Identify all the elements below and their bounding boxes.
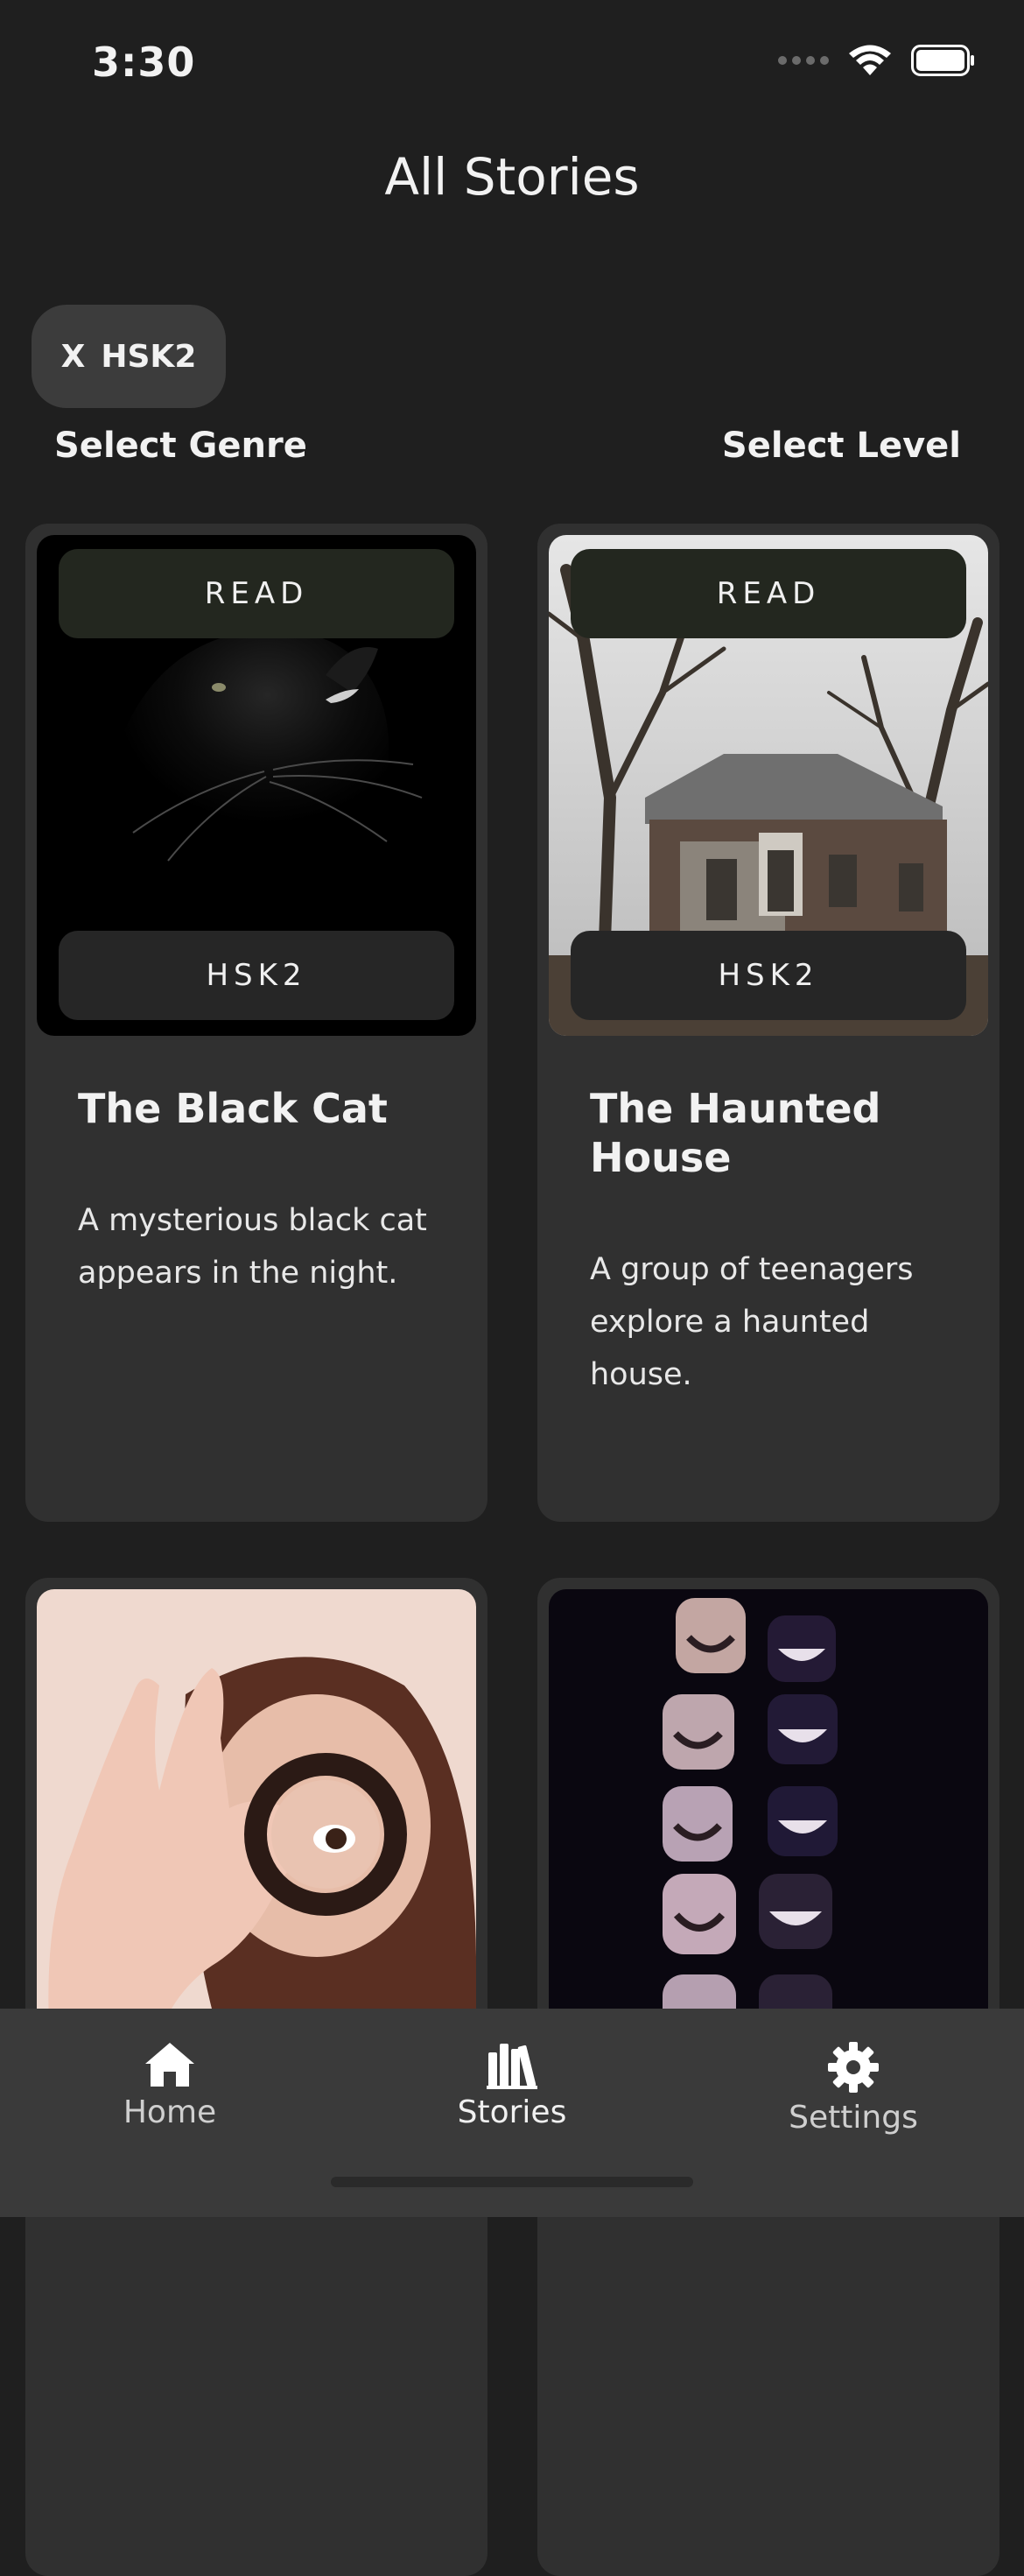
story-title: The Haunted House	[590, 1085, 881, 1181]
story-description: A mysterious black cat appears in the ni…	[78, 1203, 427, 1291]
story-level-badge: HSK2	[571, 931, 966, 1020]
tab-label: Home	[123, 2094, 217, 2130]
select-level-button[interactable]: Select Level	[722, 426, 961, 466]
books-icon	[487, 2044, 537, 2089]
tab-settings[interactable]: Settings	[748, 2040, 958, 2136]
home-indicator	[331, 2177, 693, 2187]
select-genre-button[interactable]: Select Genre	[54, 426, 307, 466]
story-level-badge: HSK2	[59, 931, 454, 1020]
house-icon	[145, 2043, 194, 2087]
filter-chip-label: HSK2	[101, 338, 197, 375]
tab-stories[interactable]: Stories	[407, 2040, 617, 2130]
wifi-icon	[849, 45, 891, 75]
story-description: A group of teenagers explore a haunted h…	[590, 1252, 914, 1392]
story-image-haunted-house: READ HSK2	[549, 535, 988, 1036]
gear-icon	[828, 2042, 879, 2093]
bottom-tab-bar: Home Stories Settings	[0, 2009, 1024, 2217]
cellular-signal-icon	[778, 56, 829, 65]
read-button[interactable]: READ	[571, 549, 966, 638]
read-button[interactable]: READ	[59, 549, 454, 638]
tab-label: Settings	[789, 2100, 918, 2136]
status-bar: 3:30	[0, 0, 1024, 131]
remove-filter-icon[interactable]: X	[61, 339, 86, 375]
status-icons	[778, 44, 976, 77]
story-image-black-cat: READ HSK2	[37, 535, 476, 1036]
story-title: The Black Cat	[78, 1085, 388, 1132]
status-time: 3:30	[92, 39, 196, 86]
level-filter-chip[interactable]: X HSK2	[32, 305, 226, 408]
story-card-haunted-house[interactable]: READ HSK2 The Haunted House A group of t…	[537, 524, 999, 1522]
battery-icon	[911, 45, 974, 76]
tab-home[interactable]: Home	[65, 2040, 275, 2130]
tab-label: Stories	[457, 2094, 567, 2130]
story-card-black-cat[interactable]: READ HSK2 The Black Cat A mysterious bla…	[25, 524, 487, 1522]
page-title: All Stories	[384, 147, 640, 207]
